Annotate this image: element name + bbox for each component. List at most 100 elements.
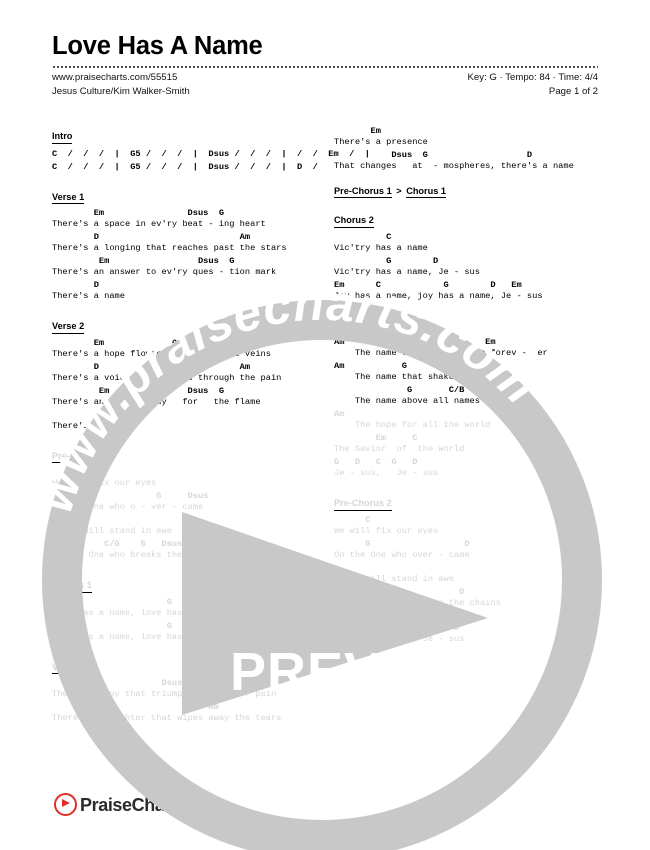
lyric-line: There's a joy that triumphs o - ver pain xyxy=(52,689,277,700)
lyric-line: Love has a name, love has a name, Je - s… xyxy=(52,607,271,618)
chord-measure-line: C / / / | G5 / / / | Dsus / / / | / / Em… xyxy=(52,148,371,159)
chord-line: G D xyxy=(334,255,439,266)
lyric-chord-pair: G C/B The name above all names xyxy=(334,385,604,408)
lyric-chord-pair: D Am There's a voice that echoes through … xyxy=(52,362,328,385)
section-heading[interactable]: Intro xyxy=(52,131,73,144)
lyric-chord-pair: C We will fix our eyes xyxy=(52,467,328,490)
lyric-line: We will stand in awe xyxy=(52,526,172,537)
header-divider xyxy=(52,66,598,69)
lyric-chord-pair: C Vic'try has a name xyxy=(334,232,604,255)
lyric-chord-pair: C/G G Dsus Of the One who breaks the chai… xyxy=(52,539,328,562)
chord-line: C/G G Dsus xyxy=(52,539,183,550)
chart-section: Pre-Chorus 2 C We will fix our eyes G D On… xyxy=(334,493,604,610)
artist-name: Jesus Culture/Kim Walker-Smith xyxy=(52,85,190,97)
chord-line: G D xyxy=(334,538,470,549)
chord-line: Em C G D Em xyxy=(334,279,522,290)
chord-line: Dsus G D xyxy=(334,150,533,160)
key-tempo-time: Key: G · Tempo: 84 · Time: 4/4 xyxy=(467,72,598,84)
header-meta: www.praisecharts.com/55515 Jesus Culture… xyxy=(52,71,598,99)
lyric-chord-pair: D There's a name xyxy=(52,410,328,433)
lyric-chord-pair: Em Dsus G There's an ember ready for the … xyxy=(52,386,328,409)
reference-to[interactable]: Chorus 1 xyxy=(406,186,447,198)
chart-section: Verse 1 Em Dsus G There's a space in ev'r… xyxy=(52,187,328,304)
lyric-line: The name that shakes the earth xyxy=(334,372,512,383)
chord-line: D xyxy=(334,622,460,633)
chord-line: D Am xyxy=(52,361,251,372)
lyric-chord-pair: C G Love has a name, love has a name, Je … xyxy=(52,621,328,644)
lyric-line: We will stand in awe xyxy=(334,573,454,584)
lyric-chord-pair: Am G D Em The name that's lifted up fore… xyxy=(334,337,604,360)
chord-line: Am G D xyxy=(334,361,454,372)
lyric-chord-pair: G D Vic'try has a name, Je - sus xyxy=(334,256,604,279)
chord-chart-page: Love Has A Name www.praisecharts.com/555… xyxy=(0,0,650,850)
lyric-line: There's a laughter that wipes away the t… xyxy=(52,713,282,724)
lyric-line: The name above all names xyxy=(334,396,480,407)
arrow-right-icon: > xyxy=(393,186,405,196)
chord-line xyxy=(334,563,604,574)
chord-line: G C/B xyxy=(334,385,465,396)
page-number: Page 1 of 2 xyxy=(548,85,598,97)
lyric-line: The Savior of the world xyxy=(334,444,465,455)
chord-line: Em xyxy=(52,515,63,526)
chord-line: C G xyxy=(52,596,172,607)
lyric-chord-pair: G D On the One who over - came xyxy=(334,539,604,562)
section-heading[interactable]: Verse 3 xyxy=(52,662,85,675)
chord-line: Em xyxy=(334,126,381,136)
section-heading[interactable]: Verse 2 xyxy=(52,321,85,334)
lyric-line: There's a name xyxy=(52,291,125,302)
reference-from[interactable]: Pre-Chorus 1 xyxy=(334,186,392,198)
chart-section: Verse 3 Em Dsus G There's a joy that triu… xyxy=(52,657,328,726)
lyric-line: There's an answer to ev'ry ques - tion m… xyxy=(52,267,277,278)
lyric-line: There's a name xyxy=(52,420,125,431)
lyric-chord-pair: G G Dsus On the One who o - ver - came xyxy=(52,491,328,514)
chart-section: Pre-Chorus 1 > Chorus 1 xyxy=(334,186,604,198)
praisecharts-logo[interactable]: PraiseCharts xyxy=(54,793,187,816)
lyric-chord-pair: Em Dsus G There's a joy that triumphs o -… xyxy=(52,678,328,701)
lyric-chord-pair: Em Dsus G There's a space in ev'ry beat -… xyxy=(52,208,328,231)
lyric-chord-pair: Em We will stand in awe xyxy=(52,515,328,538)
lyric-line: We will fix our eyes xyxy=(52,478,157,489)
section-reference[interactable]: Pre-Chorus 1 > Chorus 1 xyxy=(334,186,604,198)
column-left: Intro C / / / | G5 / / / | Dsus / / / | /… xyxy=(52,126,371,738)
section-heading[interactable]: Verse 1 xyxy=(52,192,85,205)
lyric-line: Joy has a name, joy has a name, Je - sus xyxy=(334,290,543,301)
lyric-line: There's a longing that reaches past the … xyxy=(52,243,287,254)
lyric-chord-pair: C We will fix our eyes xyxy=(334,515,604,538)
logo-wordmark: PraiseCharts xyxy=(80,794,187,815)
lyric-chord-pair: D Of the One who breaks the chains xyxy=(334,587,604,610)
play-circle-icon xyxy=(54,793,77,816)
page-title: Love Has A Name xyxy=(52,32,263,60)
chord-line: D Am xyxy=(52,702,219,713)
lyric-chord-pair: C G Love has a name, love has a name, Je … xyxy=(52,597,328,620)
lyric-line: Love has a name, love has a name, Je - s… xyxy=(52,631,271,642)
chord-line: Em Dsus G xyxy=(52,337,214,348)
chart-body: Intro C / / / | G5 / / / | Dsus / / / | /… xyxy=(52,126,604,738)
section-heading[interactable]: Chorus 2 xyxy=(334,215,374,228)
section-heading[interactable]: Pre-Chorus 1 xyxy=(52,451,110,464)
source-url[interactable]: www.praisecharts.com/55515 xyxy=(52,71,190,85)
chord-measure-line: C / / / | G5 / / / | Dsus / / / | D / xyxy=(52,161,318,172)
lyric-chord-pair: D There's a name xyxy=(52,280,328,303)
chord-line: Am G D Em xyxy=(334,337,496,348)
lyric-chord-pair: Em Dsus G There's a hope flowing through … xyxy=(52,338,328,361)
chart-section: Pre-Chorus 1 C We will fix our eyes G G D… xyxy=(52,446,328,563)
lyric-chord-pair: D Love has a name, Je - sus xyxy=(334,623,604,646)
lyric-line: There's a voice that echoes through the … xyxy=(52,372,282,383)
chord-line: C xyxy=(334,231,392,242)
lyric-chord-pair: D Am There's a laughter that wipes away t… xyxy=(52,702,328,725)
lyric-line: The name that's lifted up forev - er xyxy=(334,348,548,359)
chord-line: Em C xyxy=(334,433,418,444)
chart-section: Em There's a presence Dsus G D That change… xyxy=(334,126,604,173)
lyric-chord-pair: Am G D The name that shakes the earth xyxy=(334,361,604,384)
chord-line: C G xyxy=(52,620,172,631)
section-heading[interactable]: Bridge xyxy=(334,321,364,334)
lyric-line: Of the One who breaks the chains xyxy=(52,550,219,561)
lyric-chord-pair: Dsus G D That changes at - mospheres, the… xyxy=(334,150,604,173)
chord-line: C xyxy=(52,467,89,478)
lyric-chord-pair: Em Dsus G There's an answer to ev'ry ques… xyxy=(52,256,328,279)
section-heading[interactable]: Pre-Chorus 2 xyxy=(334,498,392,511)
lyric-line: Vic'try has a name xyxy=(334,242,428,253)
chord-line: G D C G D xyxy=(334,457,418,468)
lyric-chord-pair: Em C G D Em Joy has a name, joy has a nam… xyxy=(334,280,604,303)
section-heading[interactable]: Chorus 1 xyxy=(52,580,92,593)
